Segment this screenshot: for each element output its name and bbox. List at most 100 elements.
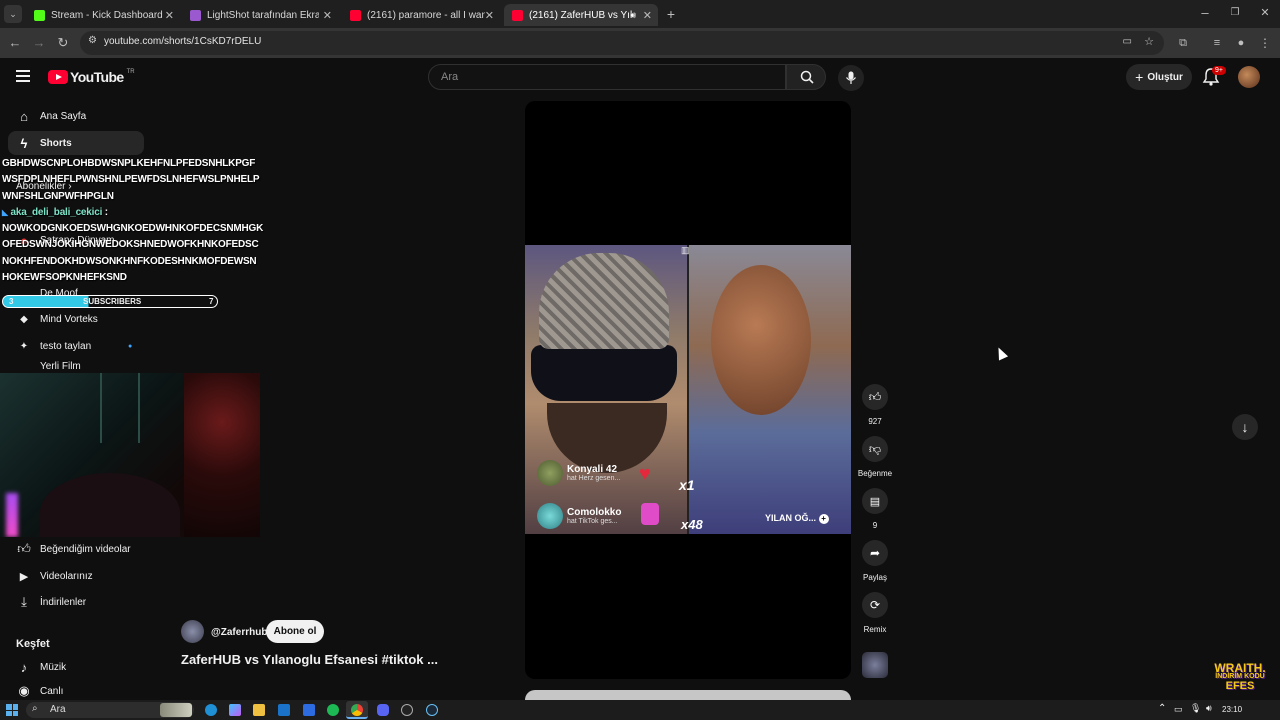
share-button[interactable]: ➦ — [862, 540, 888, 566]
like-button[interactable]: 👍︎ — [862, 384, 888, 410]
profile-icon[interactable]: ● — [1232, 34, 1250, 52]
tab-lightshot[interactable]: LightShot tarafından Ekran Gör ✕ — [182, 4, 338, 26]
close-window-button[interactable]: ✕ — [1256, 4, 1274, 22]
taskbar-search-input[interactable]: ⌕ Ara — [26, 702, 194, 718]
voice-search-button[interactable] — [838, 65, 864, 91]
tab-label: (2161) paramore - all I wanted — [367, 9, 485, 21]
streamer — [40, 473, 180, 537]
next-short-button[interactable]: ↓ — [1232, 414, 1258, 440]
explorer-icon[interactable] — [253, 704, 265, 716]
sidebar-item-music[interactable]: ♪ Müzik — [8, 655, 144, 679]
sidebar-item-mind-vorteks[interactable]: ◆ Mind Vorteks — [8, 307, 144, 331]
live-comment: Comolokko hat TikTok ges... — [537, 503, 621, 529]
sub-goal-label: SUBSCRIBERS — [83, 297, 142, 306]
sound-thumbnail[interactable] — [862, 652, 888, 678]
like-icon: 👍︎ — [17, 541, 31, 556]
bookmark-star-icon[interactable]: ☆ — [1144, 35, 1154, 48]
search-button[interactable] — [786, 64, 826, 90]
omnibox[interactable]: ⚙ youtube.com/shorts/1CsKD7rDELU ▭ ☆ — [80, 31, 1164, 55]
forward-button[interactable]: → — [30, 34, 48, 52]
reload-button[interactable]: ↻ — [54, 34, 72, 52]
like-count: 927 — [868, 417, 882, 426]
site-info-icon[interactable]: ⚙ — [88, 35, 97, 46]
close-icon[interactable]: ✕ — [165, 9, 174, 22]
remix-button[interactable]: ⟳ — [862, 592, 888, 618]
sidebar-item-live[interactable]: ◉ Canlı — [8, 682, 144, 700]
sidebar-item-shorts[interactable]: ϟ Shorts — [8, 131, 144, 155]
tray-mic-icon[interactable]: 🎙︎ — [1190, 703, 1201, 714]
tray-network-icon[interactable]: ▭ — [1174, 704, 1183, 715]
speaker-icon[interactable]: 🔊︎ — [630, 10, 636, 21]
url-text[interactable]: youtube.com/shorts/1CsKD7rDELU — [104, 36, 261, 47]
region-code: TR — [126, 69, 135, 75]
chat-line: WNFSHLGNPWFHPGLN — [2, 190, 114, 202]
tray-volume-icon[interactable]: 🔊︎ — [1206, 703, 1212, 714]
minimize-button[interactable]: – — [1196, 4, 1214, 22]
spotify-icon[interactable] — [327, 704, 339, 716]
discord-icon[interactable] — [377, 704, 389, 716]
steam-icon[interactable] — [426, 704, 438, 716]
back-button[interactable]: ← — [6, 34, 24, 52]
tab-zaferhub[interactable]: (2161) ZaferHUB vs Yılanoğ 🔊︎ ✕ — [504, 4, 658, 26]
close-icon[interactable]: ✕ — [485, 9, 494, 22]
download-icon: ⤓ — [21, 594, 27, 609]
close-icon[interactable]: ✕ — [323, 9, 332, 22]
sidebar-item-label: Beğendiğim videolar — [40, 543, 131, 555]
sidebar-item-label: Shorts — [40, 137, 72, 149]
hamburger-menu-icon[interactable] — [16, 70, 30, 82]
subscribe-button[interactable]: Abone ol — [266, 620, 324, 643]
windows-start-icon[interactable] — [6, 704, 18, 716]
channel-name[interactable]: @Zaferrhub — [211, 627, 267, 638]
plus-circle-icon: + — [818, 514, 829, 524]
heart-gift-icon: ♥ — [639, 463, 651, 485]
obs-icon[interactable] — [401, 704, 413, 716]
dislike-button[interactable]: 👎︎ — [862, 436, 888, 462]
browser-tab-bar: ⌄ Stream - Kick Dashboard ✕ LightShot ta… — [0, 0, 1280, 28]
sidebar-item-home[interactable]: ⌂ Ana Sayfa — [8, 104, 144, 128]
taskbar-clock[interactable]: 23:10 — [1222, 705, 1242, 714]
mouse-cursor — [993, 345, 1009, 361]
search-icon — [800, 70, 814, 84]
beanie — [539, 253, 669, 349]
remix-label: Remix — [863, 625, 887, 634]
edge-icon[interactable] — [205, 704, 217, 716]
tab-kick-dashboard[interactable]: Stream - Kick Dashboard ✕ — [26, 4, 180, 26]
sidebar-item-testo-taylan[interactable]: ✦ testo taylan ● — [8, 334, 144, 358]
new-tab-button[interactable]: + — [662, 5, 680, 23]
copilot-icon[interactable] — [229, 704, 241, 716]
remix-icon: ⟳ — [869, 598, 881, 612]
sidebar-item-your-videos[interactable]: ▶ Videolarınız — [8, 564, 144, 588]
restore-button[interactable]: ❐ — [1226, 4, 1244, 22]
sidebar-item-downloads[interactable]: ⤓ İndirilenler — [8, 590, 144, 614]
commenter-avatar — [537, 503, 563, 529]
menu-icon[interactable]: ⋮ — [1256, 34, 1274, 52]
chrome-taskbar-button[interactable] — [346, 701, 368, 719]
search-input[interactable]: Ara — [428, 64, 786, 90]
tab-paramore[interactable]: (2161) paramore - all I wanted ✕ — [342, 4, 500, 26]
channel-avatar[interactable] — [181, 620, 204, 643]
media-control-icon[interactable]: ≡ — [1208, 34, 1226, 52]
sidebar-item-label: İndirilenler — [40, 596, 87, 608]
sidebar-item-label: Ana Sayfa — [40, 110, 87, 122]
comments-button[interactable]: ▤ — [862, 488, 888, 514]
account-avatar[interactable] — [1238, 66, 1260, 88]
arrow-down-icon: ↓ — [1241, 419, 1249, 435]
sidebar-item-liked-videos[interactable]: 👍︎ Beğendiğim videolar — [8, 537, 144, 561]
next-short-preview[interactable] — [525, 690, 851, 700]
install-icon[interactable]: ▭ — [1123, 36, 1132, 47]
tray-chevron-icon[interactable]: ⌃ — [1158, 703, 1166, 714]
extensions-icon[interactable]: ⧉ — [1174, 34, 1192, 52]
close-icon[interactable]: ✕ — [643, 9, 652, 22]
video-title[interactable]: ZaferHUB vs Yılanoglu Efsanesi #tiktok .… — [181, 652, 438, 667]
shorts-video-player[interactable]: Konyali 42 hat Herz gesen... ♥ x1 Comolo… — [525, 101, 851, 679]
channel-avatar-icon: ◆ — [20, 313, 28, 325]
youtube-logo[interactable]: YouTube TR — [48, 69, 135, 85]
home-icon: ⌂ — [20, 108, 28, 124]
tab-list-button[interactable]: ⌄ — [4, 5, 22, 23]
create-button[interactable]: + Oluştur — [1126, 64, 1192, 90]
store-icon[interactable] — [303, 704, 315, 716]
sidebar-item-yerli-film[interactable]: Yerli Film — [8, 361, 144, 373]
outlook-icon[interactable] — [278, 704, 290, 716]
chat-line: WSFDPLNHEFLPWNSHNLPEWFDSLNHEFWSLPNHELP — [2, 174, 260, 186]
sponsor-logo: WRAITH. İNDİRİM KODU EFES — [1204, 662, 1276, 692]
